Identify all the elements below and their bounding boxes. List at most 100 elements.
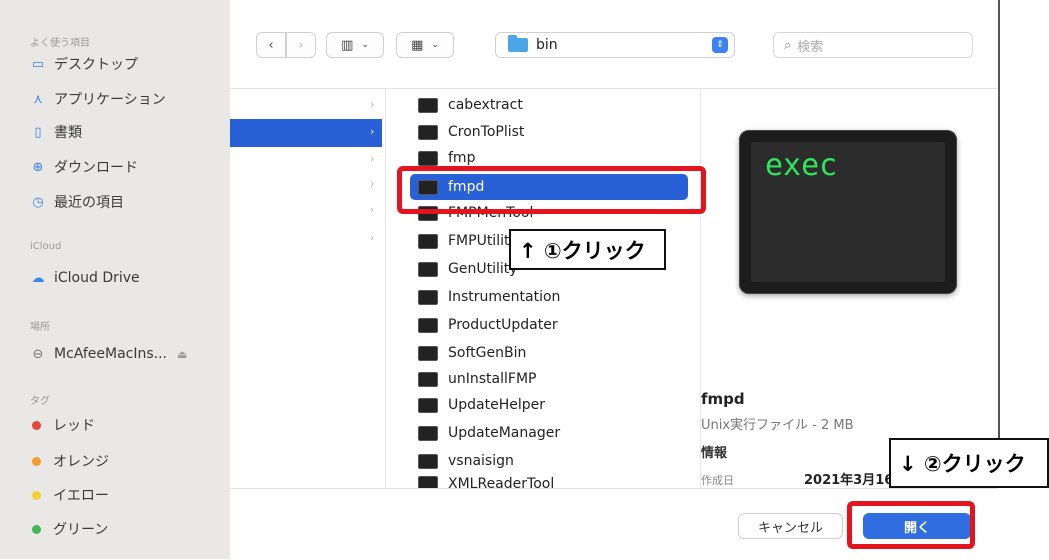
locations-header: 場所 — [30, 322, 50, 333]
preview-created-label: 作成日 — [701, 474, 734, 487]
sidebar-item-label: グリーン — [53, 522, 109, 538]
chevron-right-icon: › — [370, 231, 375, 244]
sidebar-tag-green[interactable]: グリーン — [30, 517, 108, 541]
sidebar-item-recents[interactable]: ◷ 最近の項目 — [30, 190, 124, 214]
sidebar-item-documents[interactable]: ▯ 書類 — [30, 120, 82, 144]
chevron-right-icon: › — [370, 125, 375, 138]
executable-icon — [418, 476, 438, 488]
sidebar-item-icloud-drive[interactable]: ☁ iCloud Drive — [30, 266, 140, 290]
highlight-box-open — [847, 501, 975, 549]
location-popup[interactable]: bin ⇕ — [495, 32, 735, 58]
document-icon: ▯ — [34, 124, 42, 140]
popup-arrows-icon: ⇕ — [712, 37, 728, 53]
columns-view-icon: ▥ — [341, 37, 354, 53]
folder-icon — [508, 35, 528, 52]
tag-dot-icon — [32, 420, 41, 430]
sidebar: よく使う項目 ▭ デスクトップ ⋏ アプリケーション ▯ 書類 ⊕ ダウンロード… — [0, 0, 230, 559]
sidebar-tag-yellow[interactable]: イエロー — [30, 483, 109, 507]
executable-icon — [418, 425, 438, 441]
clock-icon: ◷ — [32, 194, 44, 210]
cancel-button[interactable]: キャンセル — [738, 513, 843, 539]
search-input[interactable]: ⌕ 検索 — [773, 32, 973, 58]
preview-file-name: fmpd — [701, 390, 745, 408]
executable-icon — [418, 124, 438, 140]
file-item[interactable]: SoftGenBin — [418, 342, 526, 364]
chevron-left-icon: ‹ — [268, 37, 274, 53]
chevron-down-icon: ⌄ — [361, 40, 369, 50]
grid-icon: ▦ — [411, 37, 424, 53]
exec-preview-icon: exec — [739, 130, 957, 294]
sidebar-item-label: イエロー — [53, 488, 109, 504]
toolbar: ‹ › ▥ ⌄ ▦ ⌄ bin ⇕ ⌕ 検索 — [230, 0, 998, 89]
file-item[interactable]: UpdateHelper — [418, 394, 545, 416]
file-item[interactable]: UpdateManager — [418, 422, 560, 444]
preview-file-kind: Unix実行ファイル - 2 MB — [701, 418, 854, 433]
executable-icon — [418, 371, 438, 387]
download-icon: ⊕ — [32, 159, 44, 175]
executable-icon — [418, 97, 438, 113]
sidebar-item-location[interactable]: ⊖ McAfeeMacIns... ⏏ — [30, 342, 188, 366]
executable-icon — [418, 233, 438, 249]
desktop-icon: ▭ — [31, 56, 45, 72]
file-item[interactable]: ProductUpdater — [418, 314, 558, 336]
highlight-box-file — [397, 166, 706, 214]
sidebar-item-desktop[interactable]: ▭ デスクトップ — [30, 52, 138, 76]
icloud-header: iCloud — [30, 241, 62, 252]
chevron-right-icon: › — [370, 177, 375, 190]
applications-icon: ⋏ — [33, 91, 43, 107]
sidebar-tag-red[interactable]: レッド — [30, 413, 95, 437]
tag-dot-icon — [32, 456, 41, 466]
sidebar-item-label: 最近の項目 — [54, 195, 124, 211]
sidebar-item-label: McAfeeMacIns... — [54, 346, 168, 362]
view-mode-button[interactable]: ▥ ⌄ — [326, 32, 384, 58]
executable-icon — [418, 345, 438, 361]
sidebar-item-applications[interactable]: ⋏ アプリケーション — [30, 87, 166, 111]
sidebar-item-label: レッド — [53, 418, 95, 434]
sidebar-item-downloads[interactable]: ⊕ ダウンロード — [30, 155, 138, 179]
chevron-right-icon: › — [370, 98, 375, 111]
executable-icon — [418, 317, 438, 333]
selected-folder-row[interactable]: › — [230, 119, 382, 147]
file-item[interactable]: cabextract — [418, 94, 523, 116]
parent-column[interactable]: › › › › › › — [230, 88, 386, 488]
exec-label: exec — [765, 148, 838, 183]
sidebar-item-label: 書類 — [54, 125, 82, 141]
chevron-right-icon: › — [370, 152, 375, 165]
eject-icon[interactable]: ⏏ — [177, 348, 187, 361]
sidebar-item-label: アプリケーション — [54, 92, 166, 108]
sidebar-item-label: ダウンロード — [54, 160, 138, 176]
current-folder-label: bin — [536, 37, 558, 53]
search-icon: ⌕ — [784, 37, 792, 53]
executable-icon — [418, 289, 438, 305]
dialog-border — [998, 0, 1000, 488]
back-button[interactable]: ‹ — [256, 32, 286, 58]
open-file-dialog: よく使う項目 ▭ デスクトップ ⋏ アプリケーション ▯ 書類 ⊕ ダウンロード… — [0, 0, 1049, 560]
preview-info-header: 情報 — [701, 446, 728, 461]
callout-step2: ↓ ②クリック — [889, 438, 1049, 488]
executable-icon — [418, 150, 438, 166]
file-item[interactable]: Instrumentation — [418, 286, 560, 308]
file-item[interactable]: FMPUtility — [418, 230, 518, 252]
favorites-header: よく使う項目 — [30, 38, 90, 49]
sidebar-item-label: デスクトップ — [54, 57, 138, 73]
executable-icon — [418, 261, 438, 277]
file-list-column: cabextract CronToPlist fmp fmpd FMPMenTo… — [400, 88, 701, 488]
group-button[interactable]: ▦ ⌄ — [396, 32, 454, 58]
file-item[interactable]: unInstallFMP — [418, 368, 536, 390]
executable-icon — [418, 397, 438, 413]
executable-icon — [418, 453, 438, 469]
forward-button[interactable]: › — [286, 32, 316, 58]
disk-icon: ⊖ — [32, 346, 44, 362]
cloud-icon: ☁ — [31, 270, 45, 286]
search-placeholder: 検索 — [797, 39, 824, 55]
preview-pane: exec fmpd Unix実行ファイル - 2 MB 情報 作成日 2021年… — [701, 88, 998, 488]
tags-header: タグ — [30, 396, 50, 407]
file-item[interactable]: GenUtility — [418, 258, 518, 280]
chevron-down-icon: ⌄ — [431, 40, 439, 50]
file-item[interactable]: vsnaisign — [418, 450, 514, 472]
file-item[interactable]: CronToPlist — [418, 121, 524, 143]
file-item[interactable]: XMLReaderTool — [418, 476, 554, 488]
sidebar-tag-orange[interactable]: オレンジ — [30, 449, 109, 473]
tag-dot-icon — [32, 524, 41, 534]
chevron-right-icon: › — [298, 37, 304, 53]
